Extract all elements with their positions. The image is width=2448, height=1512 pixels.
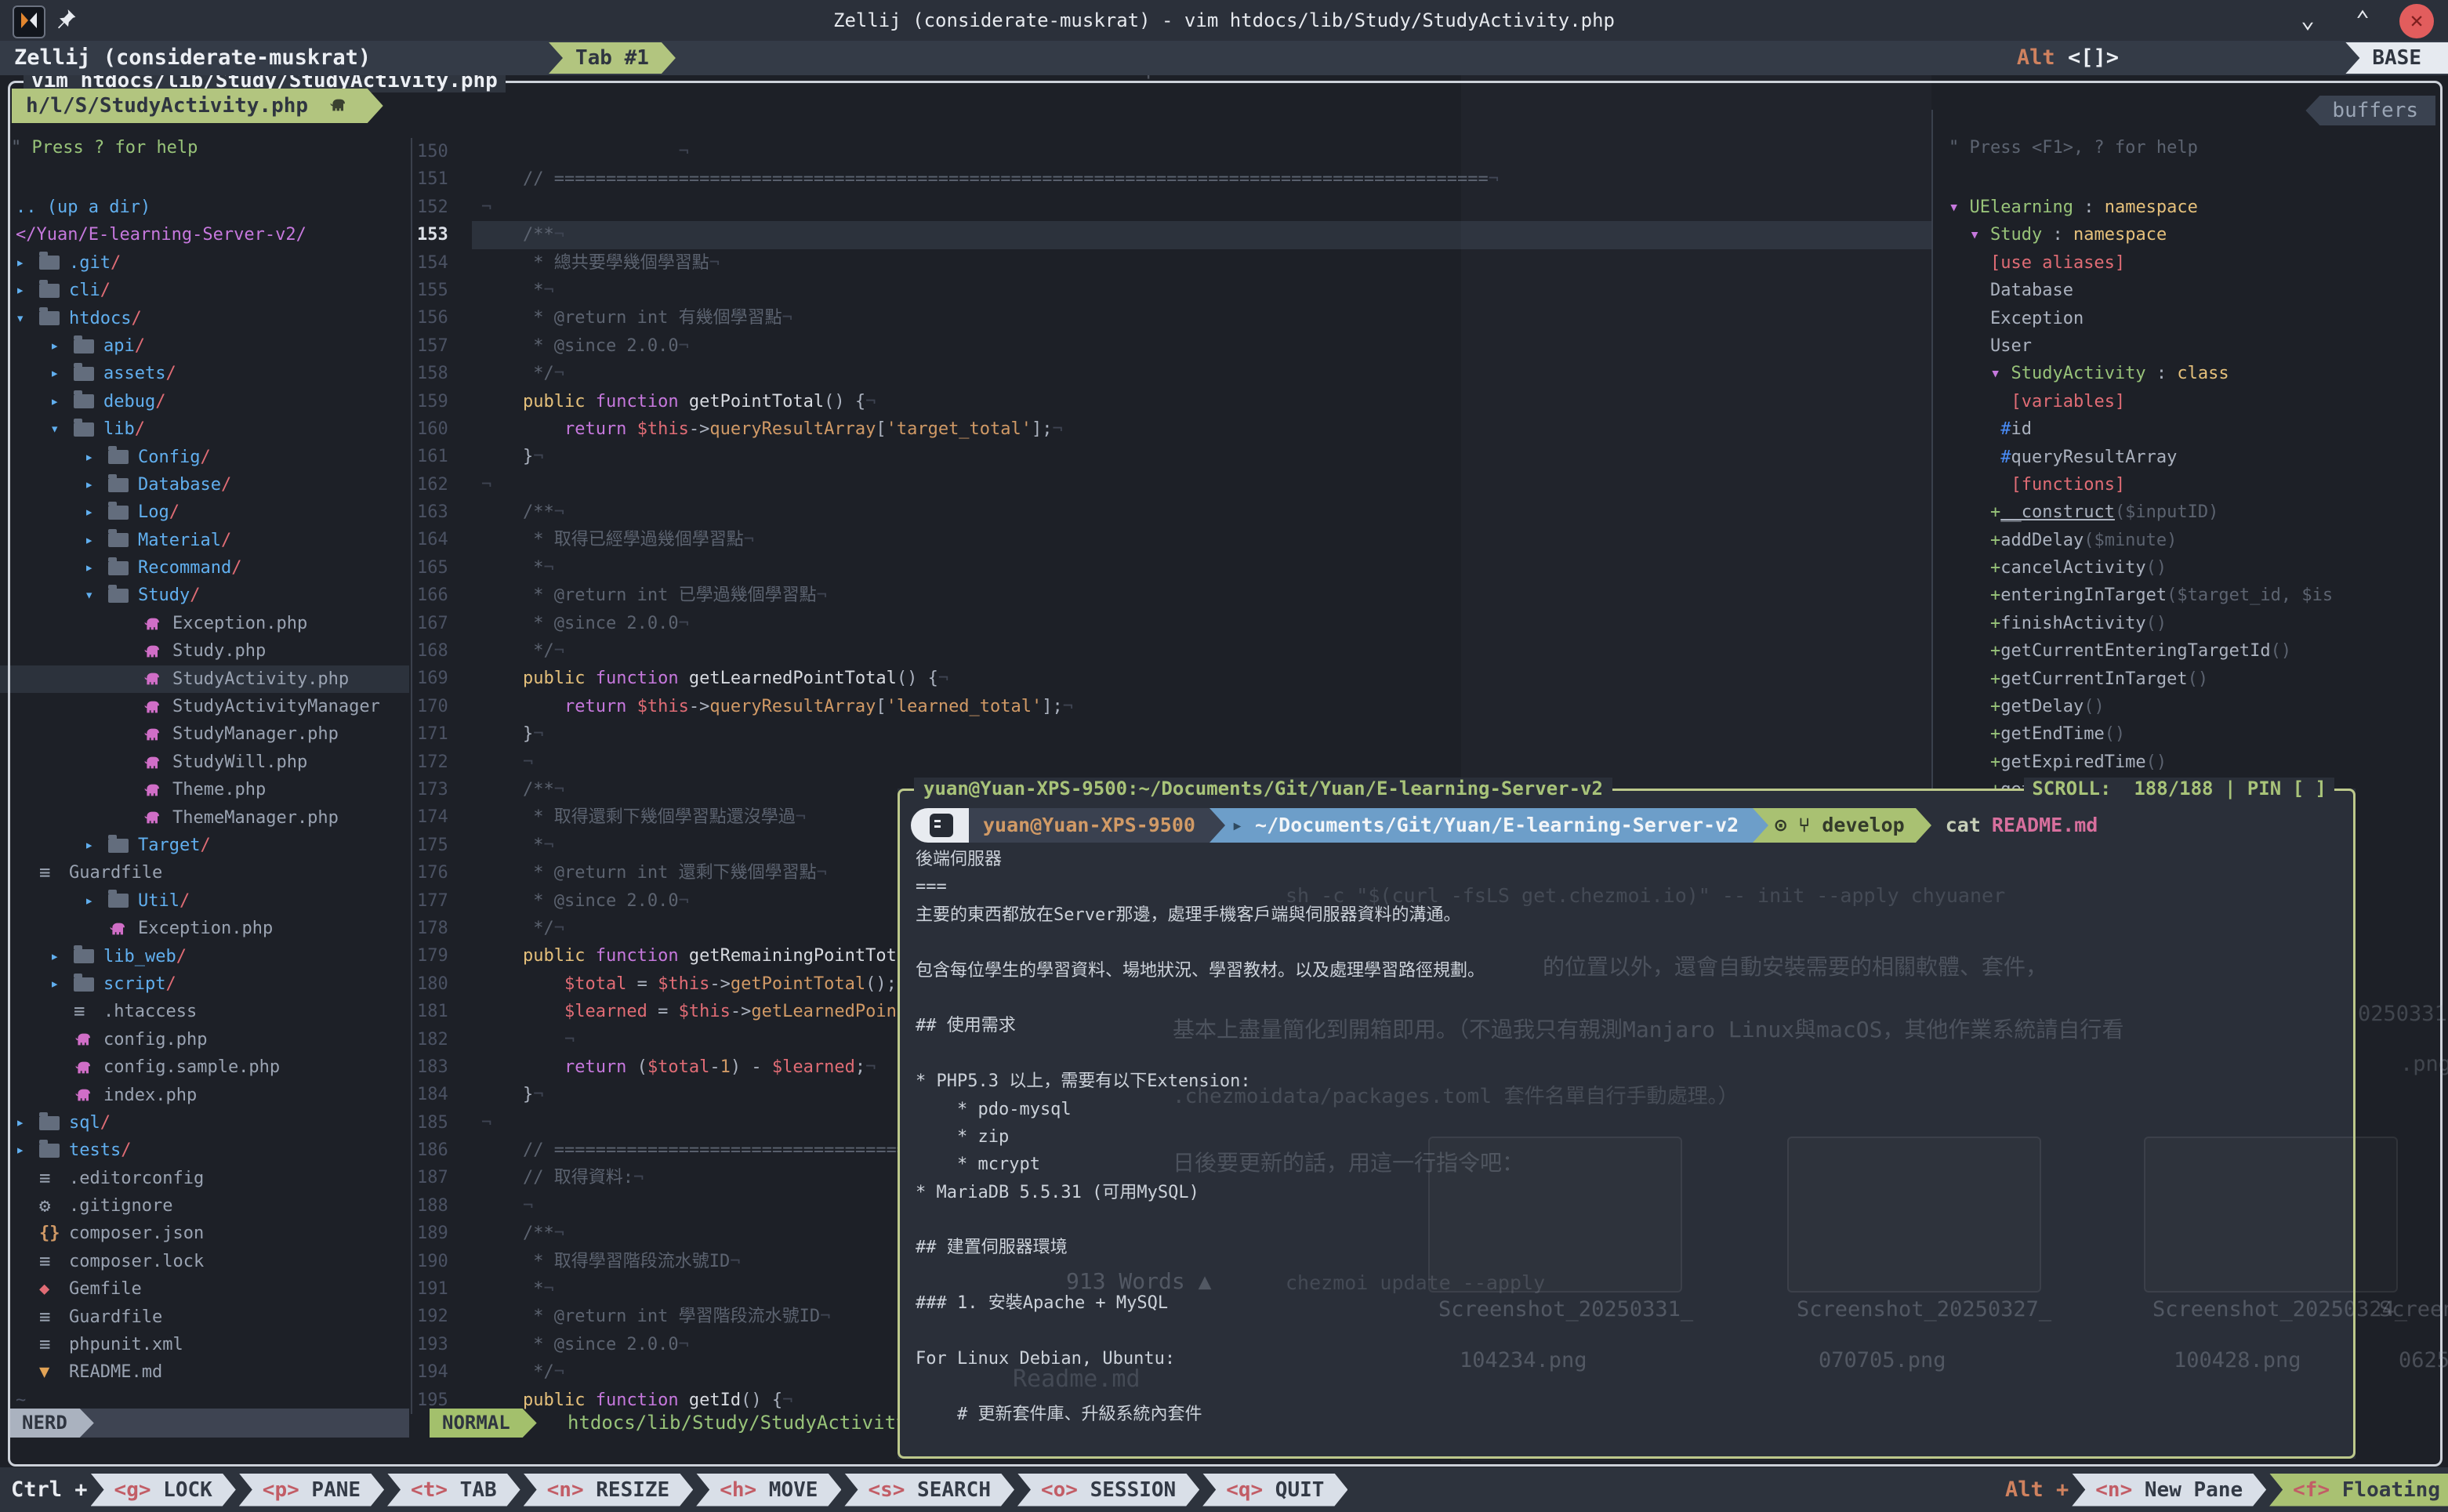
keybind-floating[interactable]: <f> Floating bbox=[2269, 1474, 2448, 1507]
keybind-pane[interactable]: <p> PANE bbox=[239, 1474, 384, 1507]
alt-hint: Alt <[]> bbox=[2017, 45, 2119, 70]
readme-line: 後端伺服器 bbox=[916, 846, 2334, 873]
readme-line: * mcrypt bbox=[916, 1151, 2334, 1178]
window-titlebar: Zellij (considerate-muskrat) - vim htdoc… bbox=[0, 0, 2448, 41]
readme-line: === bbox=[916, 873, 2334, 901]
readme-line bbox=[916, 1262, 2334, 1289]
readme-line: ### 1. 安裝Apache + MySQL bbox=[916, 1289, 2334, 1317]
tab-1[interactable]: Tab #1 bbox=[549, 42, 676, 74]
readme-line bbox=[916, 1372, 2334, 1400]
maximize-icon[interactable]: ⌃ bbox=[2356, 6, 2370, 34]
readme-content: 後端伺服器===主要的東西都放在Server那邊，處理手機客戶端與伺服器資料的溝… bbox=[916, 846, 2334, 1428]
keybind-move[interactable]: <h> MOVE bbox=[696, 1474, 841, 1507]
readme-line: ## 建置伺服器環境 bbox=[916, 1234, 2334, 1261]
active-buffer-tab[interactable]: h/l/S/StudyActivity.php bbox=[12, 89, 383, 123]
session-name: Zellij (considerate-muskrat) bbox=[14, 45, 371, 70]
readme-line: 主要的東西都放在Server那邊，處理手機客戶端與伺服器資料的溝通。 bbox=[916, 901, 2334, 929]
floating-terminal-pane[interactable]: yuan@Yuan-XPS-9500:~/Documents/Git/Yuan/… bbox=[898, 789, 2356, 1459]
readme-line: # 更新套件庫、升級系統內套件 bbox=[916, 1401, 2334, 1428]
close-icon[interactable]: ✕ bbox=[2399, 4, 2434, 38]
github-icon: ⊙ bbox=[1775, 814, 1786, 836]
readme-line: For Linux Debian, Ubuntu: bbox=[916, 1345, 2334, 1372]
floating-pane-title: yuan@Yuan-XPS-9500:~/Documents/Git/Yuan/… bbox=[914, 778, 1612, 800]
scroll-indicator: SCROLL: 188/188 | PIN [ ] bbox=[2024, 778, 2334, 800]
keybind-quit[interactable]: <q> QUIT bbox=[1202, 1474, 1347, 1507]
prompt-path: ▸ ~/Documents/Git/Yuan/E-learning-Server… bbox=[1225, 808, 1753, 843]
shell-prompt: yuan@Yuan-XPS-9500 ▸ ~/Documents/Git/Yua… bbox=[911, 808, 2098, 843]
alt-label: Alt + bbox=[2005, 1478, 2069, 1502]
readme-line: 包含每位學生的學習資料、場地狀況、學習教材。以及處理學習路徑規劃。 bbox=[916, 957, 2334, 984]
readme-line bbox=[916, 1040, 2334, 1068]
readme-line: * MariaDB 5.5.31 (可用MySQL) bbox=[916, 1179, 2334, 1206]
readme-line bbox=[916, 1206, 2334, 1234]
zellij-keybind-bar: Ctrl + <g> LOCK<p> PANE<t> TAB<n> RESIZE… bbox=[0, 1467, 2448, 1512]
window-title: Zellij (considerate-muskrat) - vim htdoc… bbox=[0, 9, 2448, 31]
keybind-resize[interactable]: <n> RESIZE bbox=[524, 1474, 694, 1507]
keybind-search[interactable]: <s> SEARCH bbox=[844, 1474, 1014, 1507]
readme-line: * pdo-mysql bbox=[916, 1096, 2334, 1123]
git-branch-segment: ⊙ ⑂ develop bbox=[1768, 808, 1916, 843]
alt-chip-group: <n> New Pane<f> Floating bbox=[2069, 1474, 2448, 1507]
prompt-user-host: yuan@Yuan-XPS-9500 bbox=[969, 808, 1209, 843]
readme-line: ## 使用需求 bbox=[916, 1012, 2334, 1039]
keybind-new-pane[interactable]: <n> New Pane bbox=[2072, 1474, 2266, 1507]
readme-line bbox=[916, 929, 2334, 956]
prompt-argument: README.md bbox=[1981, 808, 2098, 843]
ctrl-label: Ctrl + bbox=[11, 1478, 88, 1502]
keybind-lock[interactable]: <g> LOCK bbox=[91, 1474, 236, 1507]
mode-indicator: BASE bbox=[2345, 42, 2448, 74]
keybind-tab[interactable]: <t> TAB bbox=[387, 1474, 520, 1507]
readme-line: * zip bbox=[916, 1123, 2334, 1151]
buffers-label[interactable]: buffers bbox=[2305, 96, 2435, 125]
ctrl-chip-group: <g> LOCK<p> PANE<t> TAB<n> RESIZE<h> MOV… bbox=[88, 1474, 1348, 1507]
prompt-command: cat bbox=[1931, 808, 1981, 843]
keybind-session[interactable]: <o> SESSION bbox=[1017, 1474, 1199, 1507]
zellij-tab-bar: Zellij (considerate-muskrat) Tab #1 Alt … bbox=[0, 41, 2448, 75]
branch-icon: ⑂ bbox=[1798, 814, 1810, 836]
readme-line: * PHP5.3 以上，需要有以下Extension: bbox=[916, 1068, 2334, 1095]
zellij-terminal-screen: { "titlebar": { "title": "Zellij (consid… bbox=[0, 0, 2448, 1512]
php-icon bbox=[328, 91, 347, 125]
readme-line bbox=[916, 1318, 2334, 1345]
minimize-icon[interactable]: ⌄ bbox=[2301, 6, 2315, 34]
readme-line bbox=[916, 984, 2334, 1012]
terminal-icon bbox=[911, 808, 969, 843]
